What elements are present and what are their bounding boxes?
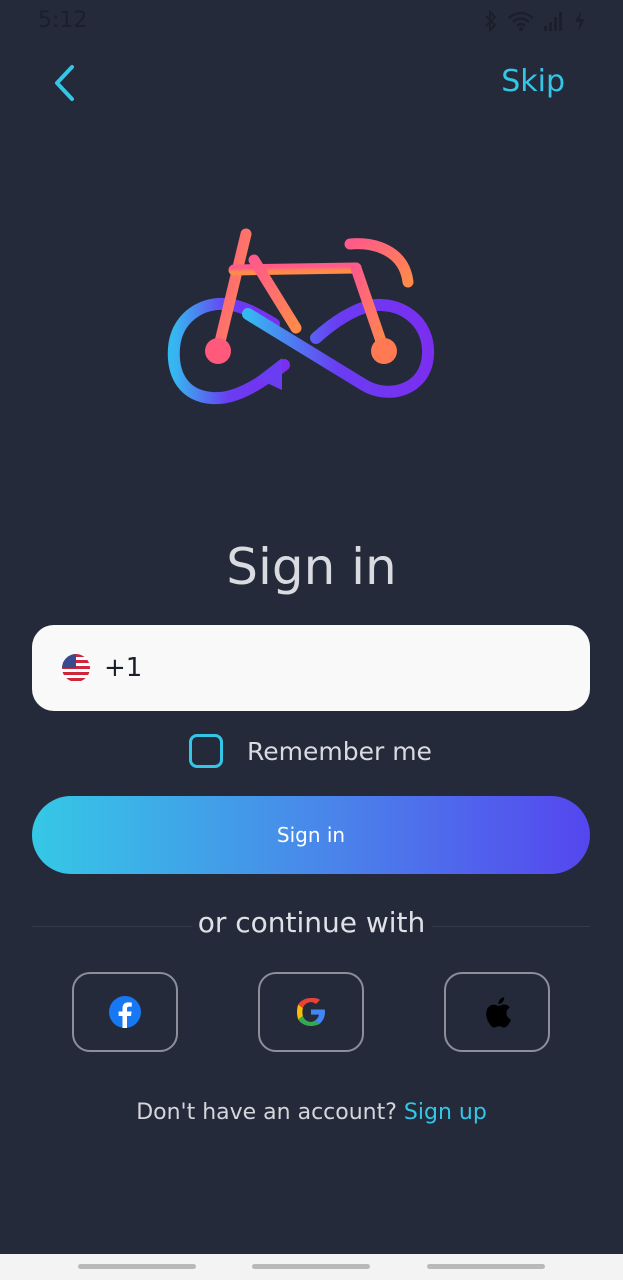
remember-me[interactable]: Remember me (189, 733, 432, 769)
us-flag-icon (62, 654, 90, 682)
nav-handle-center[interactable] (252, 1264, 370, 1269)
apple-icon (486, 997, 511, 1028)
remember-me-label: Remember me (247, 736, 432, 766)
battery-charging-icon (575, 11, 585, 31)
status-bar: 5:12 (0, 0, 623, 44)
phone-input[interactable] (148, 653, 529, 683)
google-button[interactable] (258, 972, 364, 1052)
status-icons (483, 10, 587, 32)
divider-text: or continue with (197, 906, 426, 939)
skip-button[interactable]: Skip (501, 64, 565, 99)
sign-in-button[interactable]: Sign in (32, 796, 590, 874)
wifi-icon (508, 11, 534, 31)
bicycle-logo (167, 228, 435, 405)
phone-field[interactable]: +1 (32, 625, 590, 711)
chevron-left-icon (55, 65, 74, 101)
signup-row: Don't have an account? Sign up (0, 1100, 623, 1125)
back-button[interactable] (44, 60, 84, 106)
nav-handle-left[interactable] (78, 1264, 196, 1269)
apple-button[interactable] (444, 972, 550, 1052)
remember-me-checkbox[interactable] (189, 734, 223, 768)
status-time: 5:12 (38, 8, 88, 33)
signal-icon (544, 12, 562, 31)
dial-code[interactable]: +1 (104, 653, 142, 683)
facebook-icon (109, 996, 141, 1028)
google-icon (297, 998, 325, 1026)
page-title: Sign in (226, 538, 397, 596)
signup-prompt: Don't have an account? (136, 1100, 397, 1125)
sign-up-link[interactable]: Sign up (404, 1100, 487, 1125)
nav-handle-right[interactable] (427, 1264, 545, 1269)
bluetooth-icon (485, 10, 497, 32)
facebook-button[interactable] (72, 972, 178, 1052)
